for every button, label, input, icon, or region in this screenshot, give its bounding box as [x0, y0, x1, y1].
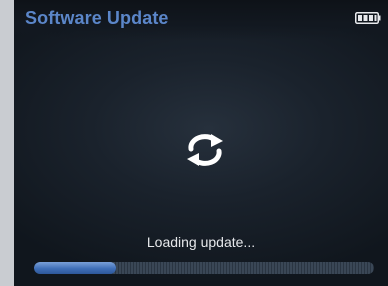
- status-text: Loading update...: [146, 234, 256, 250]
- progress-bar-fill: [34, 262, 116, 274]
- header-bar: Software Update: [14, 0, 388, 40]
- progress-bar: [34, 262, 374, 274]
- screen-title: Software Update: [25, 8, 169, 28]
- device-screen: Software Update Loading update...: [14, 0, 388, 286]
- refresh-icon: [187, 134, 223, 166]
- battery-full-icon: [355, 12, 381, 24]
